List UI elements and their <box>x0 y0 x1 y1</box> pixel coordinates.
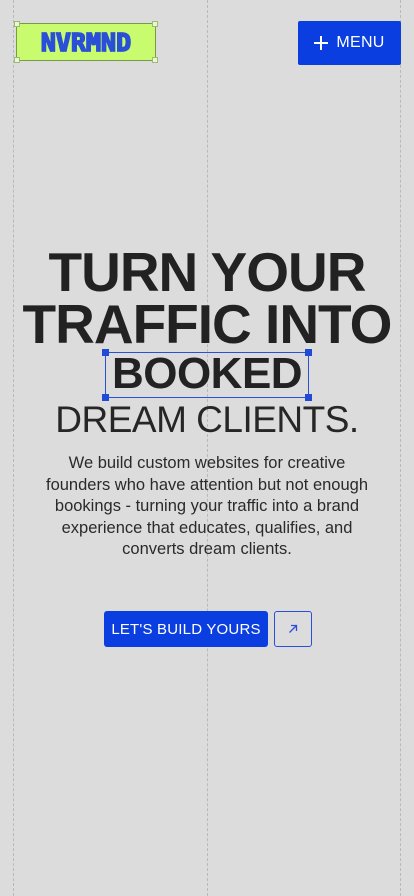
selection-handle <box>305 394 313 401</box>
menu-label: MENU <box>336 34 385 51</box>
cta-row: LET'S BUILD YOURS <box>104 611 312 647</box>
logo-text: NVRMND <box>40 27 132 58</box>
hero-description: We build custom websites for creative fo… <box>46 454 368 558</box>
headline-highlight-box: BOOKED <box>101 349 313 401</box>
selection-handle <box>101 394 109 401</box>
arrow-up-right-icon <box>289 624 298 633</box>
headline-line-2: TRAFFIC INTO <box>22 293 393 355</box>
menu-button[interactable]: MENU <box>298 21 401 65</box>
selection-handle <box>101 349 109 356</box>
headline-highlight: BOOKED <box>111 349 303 398</box>
headline-line-4: DREAM CLIENTS. <box>55 399 359 440</box>
selection-handle <box>305 349 313 356</box>
logo[interactable]: NVRMND <box>14 21 158 63</box>
arrow-link-button[interactable] <box>274 611 312 647</box>
build-yours-button[interactable]: LET'S BUILD YOURS <box>104 611 268 647</box>
headline-line-1: TURN YOUR <box>48 241 367 303</box>
hero-section: TURN YOUR TRAFFIC INTO BOOKED DREAM CLIE… <box>0 241 414 561</box>
plus-icon <box>314 36 329 50</box>
